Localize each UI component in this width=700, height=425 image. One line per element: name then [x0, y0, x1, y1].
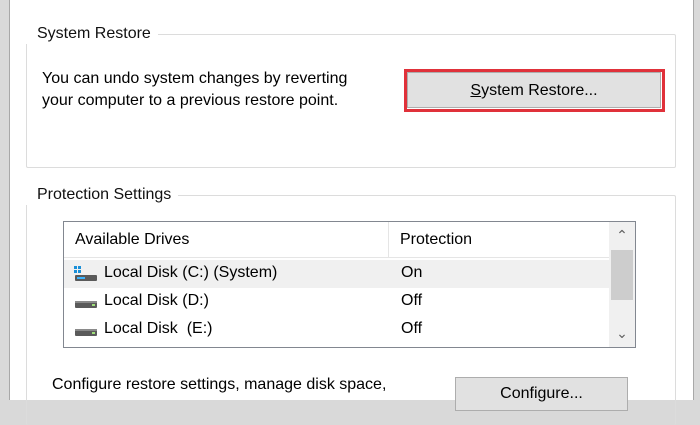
drive-protection-status: Off — [401, 292, 423, 309]
drive-protection-status: On — [401, 264, 423, 281]
drive-protection-status: Off — [401, 320, 423, 337]
drive-icon — [74, 322, 98, 338]
drives-list-scrollbar[interactable]: ⌃ ⌄ — [609, 222, 635, 347]
system-restore-description-line1: You can undo system changes by reverting — [42, 70, 348, 87]
drive-name: Local Disk (C:) (System) — [104, 264, 278, 281]
configure-button[interactable]: Configure... — [455, 377, 628, 411]
column-available-drives[interactable]: Available Drives — [64, 222, 389, 258]
system-restore-description: You can undo system changes by reverting… — [42, 68, 347, 112]
system-protection-panel: System Restore You can undo system chang… — [9, 0, 694, 425]
drives-list-header: Available Drives Protection — [64, 222, 609, 258]
system-restore-button[interactable]: System Restore... — [407, 72, 661, 108]
column-protection[interactable]: Protection — [389, 222, 609, 258]
drive-name: Local Disk (E:) — [104, 320, 213, 337]
system-restore-heading: System Restore — [26, 24, 158, 44]
drive-row-e[interactable]: Local Disk (E:) Off — [64, 316, 609, 344]
configure-description: Configure restore settings, manage disk … — [52, 376, 387, 393]
system-restore-button-accesskey: S — [470, 82, 482, 99]
drives-list[interactable]: Available Drives Protection Local Disk (… — [63, 221, 636, 348]
system-restore-description-line2: your computer to a previous restore poin… — [42, 92, 339, 109]
system-drive-icon — [74, 266, 98, 282]
drive-row-c[interactable]: Local Disk (C:) (System) On — [64, 260, 609, 288]
scrollbar-thumb[interactable] — [611, 250, 633, 300]
scroll-down-arrow-icon[interactable]: ⌄ — [609, 322, 635, 344]
protection-settings-heading: Protection Settings — [26, 185, 179, 205]
drive-row-d[interactable]: Local Disk (D:) Off — [64, 288, 609, 316]
system-restore-button-label: ystem Restore... — [481, 82, 598, 99]
drive-name: Local Disk (D:) — [104, 292, 209, 309]
drive-icon — [74, 294, 98, 310]
scroll-up-arrow-icon[interactable]: ⌃ — [609, 224, 635, 246]
